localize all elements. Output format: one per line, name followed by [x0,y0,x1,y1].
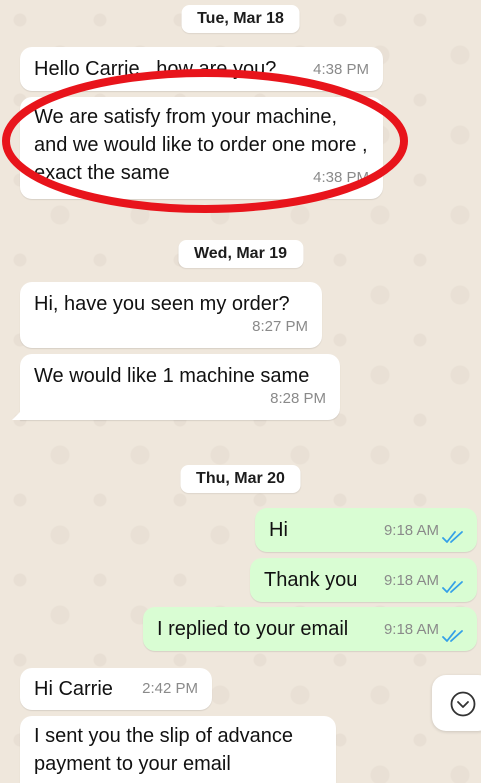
date-separator: Wed, Mar 19 [177,240,304,268]
double-check-icon [442,581,463,593]
message-text: Hi [269,519,288,541]
chat-thread[interactable]: Tue, Mar 18 Hello Carrie , how are you? … [0,0,481,783]
message-bubble-incoming[interactable]: Hi Carrie 2:42 PM [20,668,212,710]
message-time: 4:38 PM [313,169,369,186]
message-text: I replied to your email [157,618,349,640]
scroll-to-bottom-button[interactable] [432,675,481,731]
message-time: 8:27 PM [252,318,308,335]
double-check-icon [442,531,463,543]
message-bubble-incoming[interactable]: Hello Carrie , how are you? 4:38 PM [20,47,383,91]
message-bubble-incoming[interactable]: I sent you the slip of advance payment t… [20,716,336,783]
date-separator: Tue, Mar 18 [181,5,300,33]
message-text: Hi Carrie [34,678,113,700]
chevron-down-icon [450,691,476,717]
message-bubble-outgoing[interactable]: Hi 9:18 AM [255,508,477,552]
message-bubble-incoming[interactable]: We are satisfy from your machine, and we… [20,97,383,199]
message-time: 8:28 PM [270,390,326,407]
message-time: 9:18 AM [383,572,439,589]
message-bubble-outgoing[interactable]: I replied to your email 9:18 AM [143,607,477,651]
message-time: 9:18 AM [383,522,439,539]
message-text: Thank you [264,569,358,591]
message-text: I sent you the slip of advance payment t… [34,725,294,775]
message-time: 4:38 PM [313,61,369,78]
date-separator: Thu, Mar 20 [180,465,301,493]
message-time: 9:18 AM [383,621,439,638]
double-check-icon [442,630,463,642]
message-text: Hello Carrie , how are you? [34,58,277,80]
message-bubble-incoming[interactable]: We would like 1 machine same 8:28 PM [12,354,340,420]
message-time: 2:42 PM [142,680,198,697]
message-bubble-incoming[interactable]: Hi, have you seen my order? 8:27 PM [20,282,322,348]
message-bubble-outgoing[interactable]: Thank you 9:18 AM [250,558,477,602]
